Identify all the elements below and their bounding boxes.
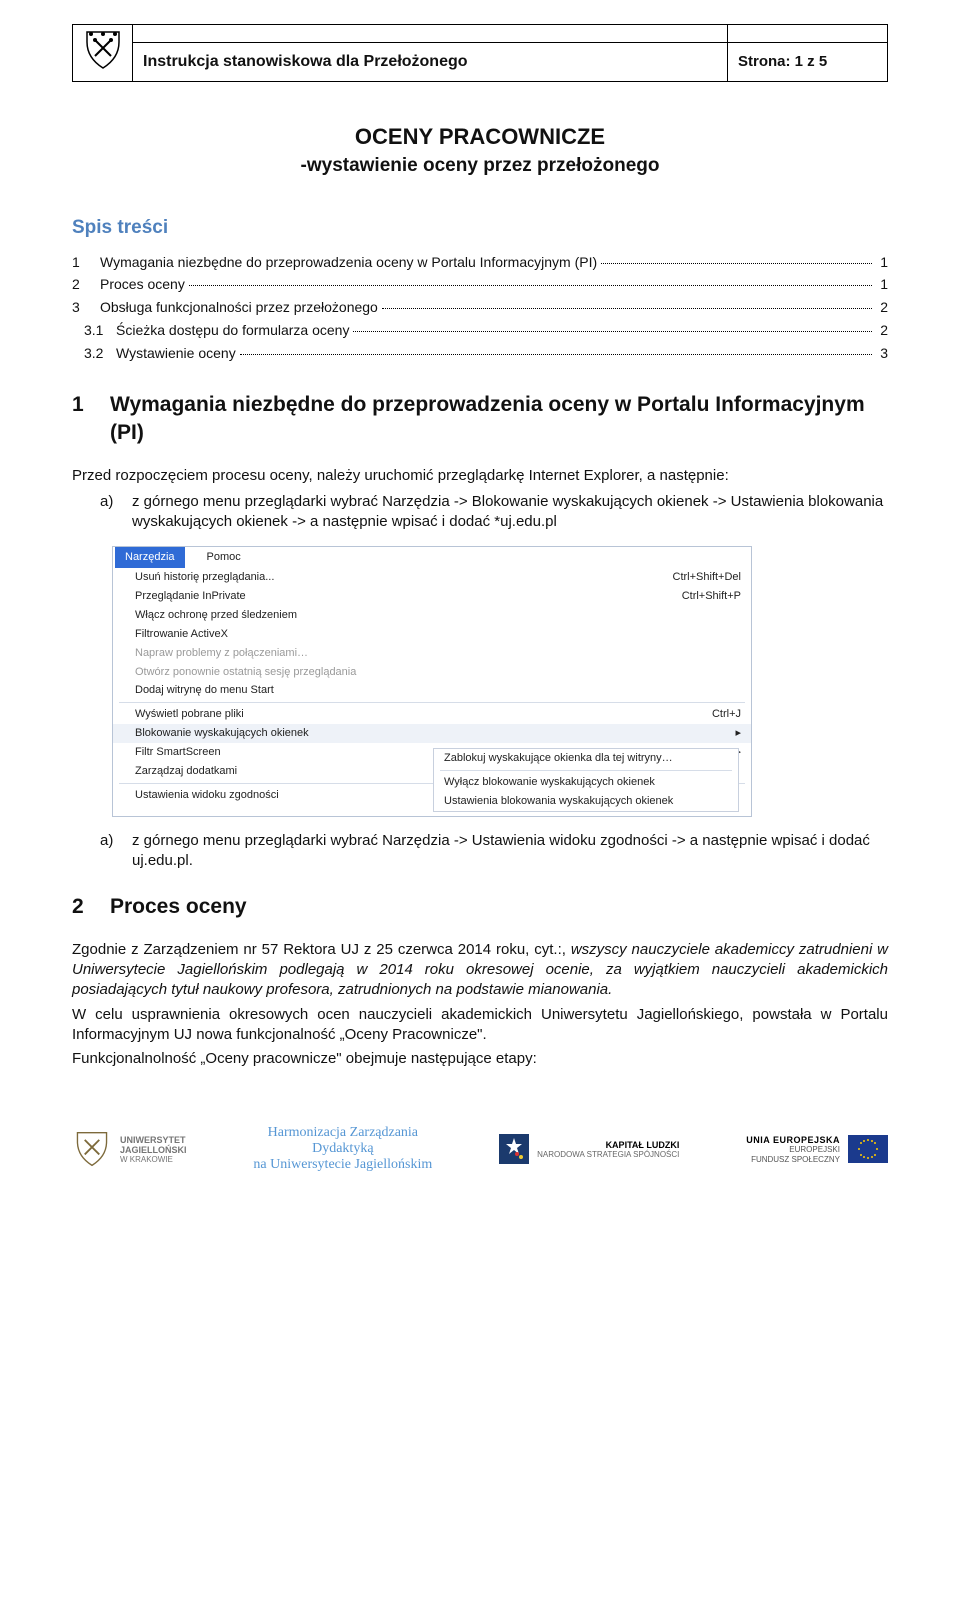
toc-item[interactable]: 3 Obsługa funkcjonalności przez przełożo…: [72, 298, 888, 317]
uj-crest-icon: [72, 1129, 112, 1169]
menu-tab-tools[interactable]: Narzędzia: [115, 547, 185, 568]
toc-dots: [353, 331, 872, 332]
footer-uj-logo: UNIWERSYTET JAGIELLOŃSKI W KRAKOWIE: [72, 1129, 187, 1169]
header-page-label: Strona: 1 z 5: [728, 43, 888, 82]
section-1-list-b: a) z górnego menu przeglądarki wybrać Na…: [100, 831, 888, 872]
list-item: a) z górnego menu przeglądarki wybrać Na…: [100, 831, 888, 872]
section-2-p1: Zgodnie z Zarządzeniem nr 57 Rektora UJ …: [72, 940, 888, 1001]
toc-dots: [240, 354, 872, 355]
menu-separator: [119, 702, 745, 703]
toc-heading: Spis treści: [72, 215, 888, 241]
header-table: Instrukcja stanowiskowa dla Przełożonego…: [72, 24, 888, 82]
toc-dots: [601, 263, 872, 264]
menu-item[interactable]: Włącz ochronę przed śledzeniem: [113, 606, 751, 625]
section-1-intro: Przed rozpoczęciem procesu oceny, należy…: [72, 466, 888, 486]
section-2-p2: W celu usprawnienia okresowych ocen nauc…: [72, 1005, 888, 1046]
footer-eu-logo: UNIA EUROPEJSKA EUROPEJSKI FUNDUSZ SPOŁE…: [746, 1135, 888, 1164]
eu-flag-icon: [848, 1135, 888, 1163]
toc-list: 1 Wymagania niezbędne do przeprowadzenia…: [72, 253, 888, 363]
header-doc-title: Instrukcja stanowiskowa dla Przełożonego: [133, 43, 728, 82]
footer-harmonizacja: Harmonizacja Zarządzania Dydaktyką na Un…: [253, 1125, 432, 1173]
menu-tab-help[interactable]: Pomoc: [197, 547, 251, 568]
page-title: OCENY PRACOWNICZE: [72, 122, 888, 152]
section-2-heading: 2 Proces oceny: [72, 893, 888, 921]
section-1-heading: 1 Wymagania niezbędne do przeprowadzenia…: [72, 391, 888, 448]
menu-item-disabled: Napraw problemy z połączeniami…: [113, 644, 751, 663]
toc-item[interactable]: 3.1 Ścieżka dostępu do formularza oceny …: [72, 321, 888, 340]
menu-item-selected[interactable]: Blokowanie wyskakujących okienek▸: [113, 724, 751, 743]
menu-item[interactable]: Wyświetl pobrane plikiCtrl+J: [113, 705, 751, 724]
toc-dots: [382, 308, 872, 309]
menu-item[interactable]: Przeglądanie InPrivateCtrl+Shift+P: [113, 587, 751, 606]
browser-menu-figure: Narzędzia Pomoc Usuń historię przeglądan…: [112, 546, 752, 817]
page-subtitle: -wystawienie oceny przez przełożonego: [72, 153, 888, 179]
section-1-list: a) z górnego menu przeglądarki wybrać Na…: [100, 492, 888, 533]
menu-item-disabled: Otwórz ponownie ostatnią sesję przegląda…: [113, 663, 751, 682]
footer-logos: UNIWERSYTET JAGIELLOŃSKI W KRAKOWIE Harm…: [72, 1125, 888, 1173]
menu-item[interactable]: Dodaj witrynę do menu Start: [113, 681, 751, 700]
menu-item[interactable]: Filtrowanie ActiveX: [113, 625, 751, 644]
footer-kapital-ludzki: KAPITAŁ LUDZKI NARODOWA STRATEGIA SPÓJNO…: [499, 1134, 679, 1164]
list-item: a) z górnego menu przeglądarki wybrać Na…: [100, 492, 888, 533]
submenu-item[interactable]: Ustawienia blokowania wyskakujących okie…: [434, 792, 738, 811]
uj-crest-icon: [81, 28, 125, 72]
section-2-p3: Funkcjonalnolność „Oceny pracownicze" ob…: [72, 1049, 888, 1069]
submenu-pane: Zablokuj wyskakujące okienka dla tej wit…: [433, 748, 739, 812]
menu-item[interactable]: Usuń historię przeglądania...Ctrl+Shift+…: [113, 568, 751, 587]
toc-item[interactable]: 1 Wymagania niezbędne do przeprowadzenia…: [72, 253, 888, 272]
toc-item[interactable]: 2 Proces oceny 1: [72, 275, 888, 294]
submenu-item[interactable]: Zablokuj wyskakujące okienka dla tej wit…: [434, 749, 738, 768]
toc-item[interactable]: 3.2 Wystawienie oceny 3: [72, 344, 888, 363]
toc-dots: [189, 285, 872, 286]
header-logo-cell: [73, 25, 133, 82]
star-person-icon: [499, 1134, 529, 1164]
submenu-item[interactable]: Wyłącz blokowanie wyskakujących okienek: [434, 773, 738, 792]
menu-separator: [440, 770, 732, 771]
menu-bar: Narzędzia Pomoc: [113, 547, 751, 568]
